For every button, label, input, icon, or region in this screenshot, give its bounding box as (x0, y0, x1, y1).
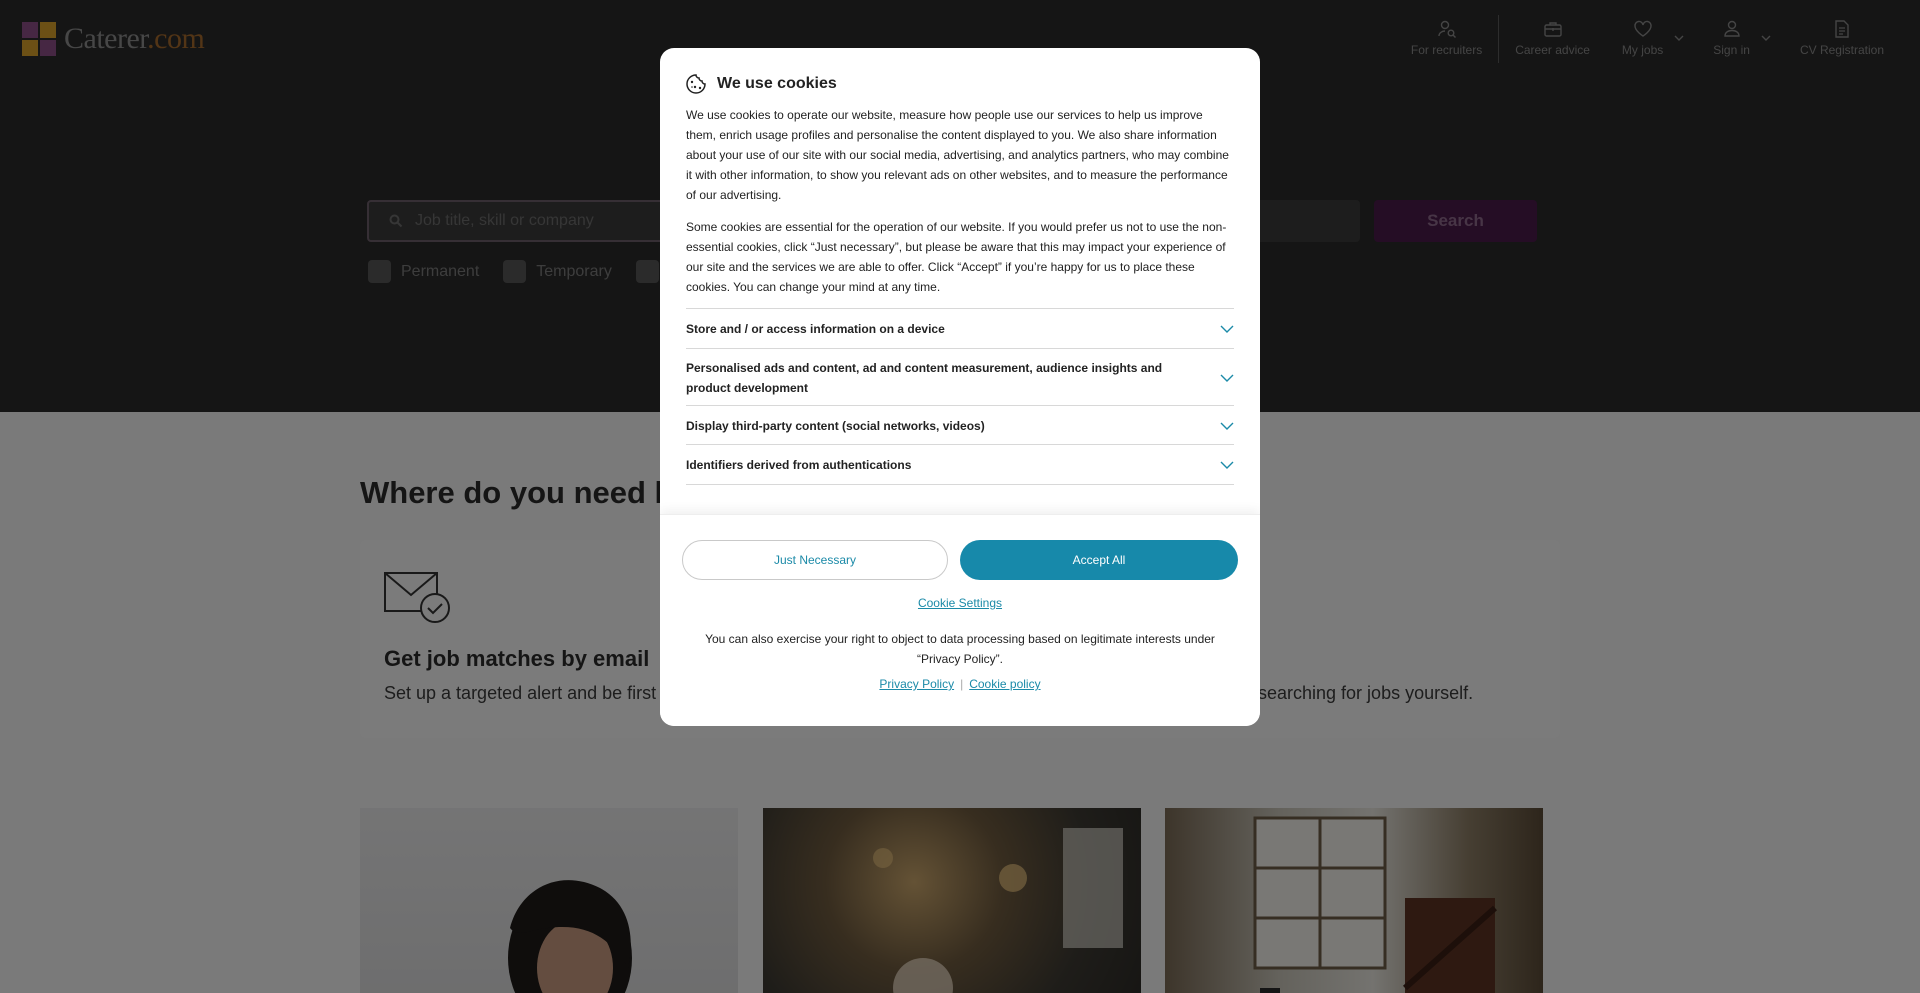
purpose-accordion-storage[interactable]: Store and / or access information on a d… (686, 308, 1234, 348)
chevron-down-icon (1220, 374, 1234, 382)
policy-links: Privacy Policy | Cookie policy (660, 677, 1260, 691)
link-separator: | (960, 677, 964, 691)
cookie-icon (686, 74, 706, 94)
cookie-consent-dialog: We use cookies We use cookies to operate… (660, 48, 1260, 726)
chevron-down-icon (1220, 422, 1234, 430)
dialog-footer: Just Necessary Accept All Cookie Setting… (660, 514, 1260, 726)
accordion-divider (686, 484, 1234, 485)
dialog-title: We use cookies (717, 75, 837, 92)
purpose-label: Personalised ads and content, ad and con… (686, 360, 1163, 395)
cookie-essential-text: Some cookies are essential for the opera… (686, 220, 1227, 294)
cookie-intro-text: We use cookies to operate our website, m… (686, 108, 1229, 202)
cookie-settings-link[interactable]: Cookie Settings (660, 596, 1260, 610)
accept-all-button[interactable]: Accept All (960, 540, 1238, 580)
object-right-text: You can also exercise your right to obje… (705, 632, 1215, 666)
purpose-label: Identifiers derived from authentications (686, 458, 912, 472)
chevron-down-icon (1220, 461, 1234, 469)
cookie-policy-link[interactable]: Cookie policy (969, 677, 1040, 691)
purpose-label: Display third-party content (social netw… (686, 418, 985, 433)
chevron-down-icon (1220, 325, 1234, 333)
purpose-accordion-personalised-ads[interactable]: Personalised ads and content, ad and con… (686, 348, 1234, 405)
purpose-accordion-identifiers[interactable]: Identifiers derived from authentications (686, 444, 1234, 484)
dialog-body: We use cookies to operate our website, m… (686, 105, 1230, 309)
just-necessary-button[interactable]: Just Necessary (682, 540, 948, 580)
privacy-policy-link[interactable]: Privacy Policy (879, 677, 954, 691)
purpose-accordion-third-party[interactable]: Display third-party content (social netw… (686, 405, 1234, 444)
purpose-label: Store and / or access information on a d… (686, 322, 945, 336)
